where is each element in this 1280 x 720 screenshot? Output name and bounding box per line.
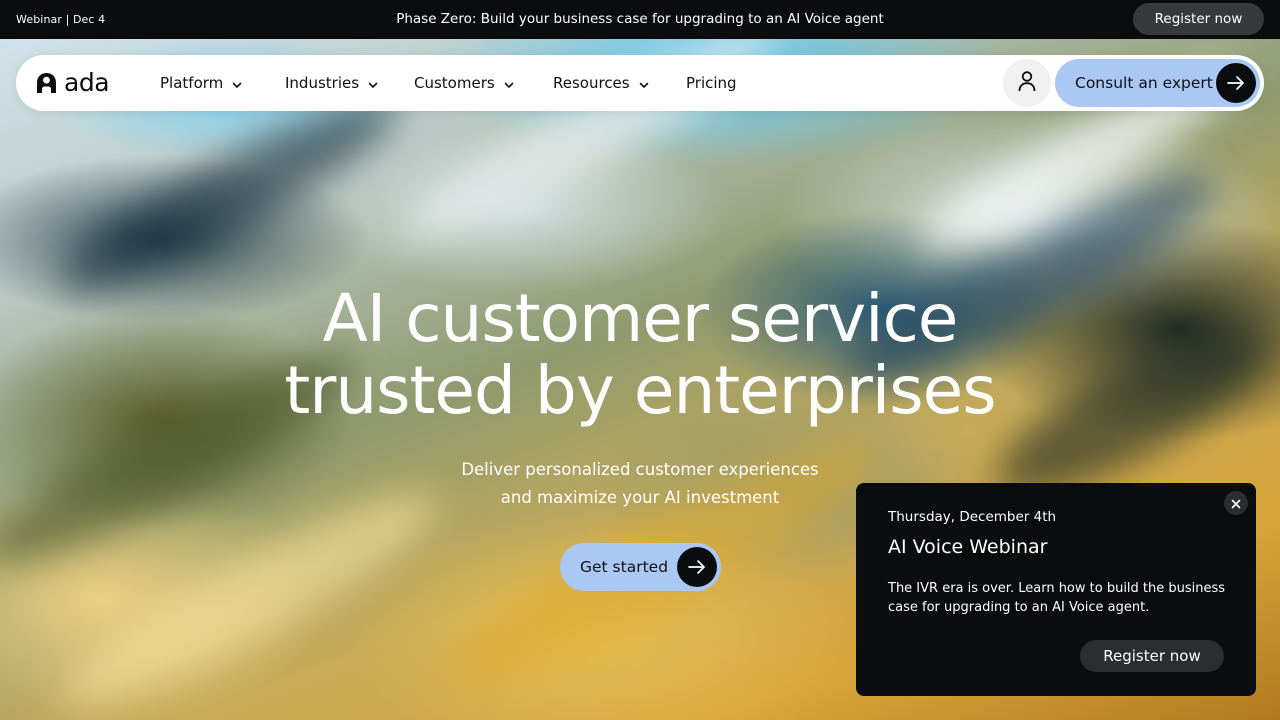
logo-text: ada [64, 68, 110, 97]
get-started-label: Get started [580, 558, 669, 576]
main-navigation: ada Platform Industries Customers Resour… [16, 55, 1264, 111]
get-started-button[interactable]: Get started [560, 543, 721, 591]
announcement-register-button[interactable]: Register now [1133, 3, 1264, 35]
consult-expert-label: Consult an expert [1075, 74, 1213, 92]
arrow-right-icon [1216, 63, 1256, 103]
arrow-right-icon [677, 547, 717, 587]
nav-item-label: Customers [414, 74, 495, 92]
popup-register-button[interactable]: Register now [1080, 640, 1224, 672]
nav-item-platform[interactable]: Platform [160, 55, 243, 111]
chevron-down-icon [231, 77, 243, 89]
chevron-down-icon [367, 77, 379, 89]
nav-item-label: Pricing [686, 74, 737, 92]
ada-logo-icon [36, 72, 57, 94]
popup-description: The IVR era is over. Learn how to build … [888, 581, 1226, 615]
announcement-bar: Webinar | Dec 4 Phase Zero: Build your b… [0, 0, 1280, 39]
close-icon [1231, 494, 1241, 513]
webinar-popup: Thursday, December 4th AI Voice Webinar … [856, 483, 1256, 696]
hero-headline-line1: AI customer service [322, 280, 959, 357]
chevron-down-icon [503, 77, 515, 89]
chevron-down-icon [638, 77, 650, 89]
ada-logo[interactable]: ada [36, 68, 110, 97]
popup-date: Thursday, December 4th [888, 509, 1057, 525]
nav-item-label: Industries [285, 74, 360, 92]
hero-headline-line2: trusted by enterprises [284, 352, 996, 429]
nav-item-industries[interactable]: Industries [285, 55, 379, 111]
nav-item-resources[interactable]: Resources [553, 55, 650, 111]
hero-subtitle-line1: Deliver personalized customer experience… [461, 460, 819, 479]
user-icon [1017, 70, 1037, 96]
nav-item-label: Resources [553, 74, 630, 92]
popup-title: AI Voice Webinar [888, 536, 1048, 558]
nav-item-customers[interactable]: Customers [414, 55, 515, 111]
account-button[interactable] [1003, 59, 1051, 107]
popup-close-button[interactable] [1224, 491, 1248, 515]
nav-item-label: Platform [160, 74, 224, 92]
consult-expert-button[interactable]: Consult an expert [1055, 59, 1260, 107]
nav-item-pricing[interactable]: Pricing [686, 55, 737, 111]
announcement-message[interactable]: Phase Zero: Build your business case for… [0, 11, 1280, 27]
